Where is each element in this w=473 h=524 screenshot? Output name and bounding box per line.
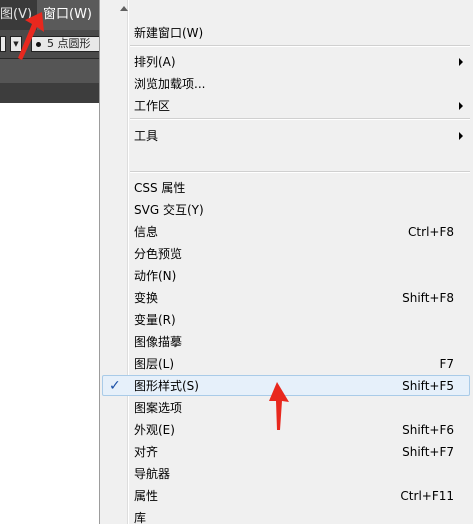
menu-item[interactable]: 属性 Ctrl+F11: [100, 485, 473, 507]
menu-item-label: 浏览加载项...: [134, 77, 206, 91]
menu-item-label: 新建窗口(W): [134, 26, 204, 40]
menu-item[interactable]: 变换 Shift+F8: [100, 287, 473, 309]
artboard-canvas[interactable]: [0, 103, 100, 524]
stroke-weight-field[interactable]: [0, 36, 6, 52]
menu-item-label: 排列(A): [134, 55, 176, 69]
annotation-arrow-icon: [269, 382, 289, 430]
menu-item[interactable]: 信息 Ctrl+F8: [100, 221, 473, 243]
menu-item-label: SVG 交互(Y): [134, 203, 204, 217]
menu-item-shortcut: Shift+F5: [402, 379, 454, 393]
checkmark-icon: ✓: [109, 378, 121, 394]
app-window: 图(V) 窗口(W) ▼ 5 点圆形 新建窗口(W) 排列(A) 浏览加载项... 工…: [0, 0, 473, 524]
menu-separator: [130, 118, 470, 120]
menu-item-label: 变换: [134, 291, 159, 305]
menu-item-label: 图层(L): [134, 357, 175, 371]
window-menu-dropdown: 新建窗口(W) 排列(A) 浏览加载项... 工作区工具 CSS 属性 SVG 交互(Y)…: [99, 0, 473, 524]
menu-item[interactable]: 浏览加载项...: [100, 73, 473, 95]
menu-item-label: 对齐: [134, 445, 159, 459]
menu-item-label: 工具: [134, 129, 159, 143]
menu-item-label: CSS 属性: [134, 181, 186, 195]
menu-item-label: 图案选项: [134, 401, 183, 415]
menu-item[interactable]: 排列(A): [100, 51, 473, 73]
tab-bar: [0, 59, 100, 83]
menu-separator: [130, 171, 470, 173]
menu-item-label: 图形样式(S): [134, 379, 199, 393]
menu-item-label: 图像描摹: [134, 335, 183, 349]
annotation-arrow-icon: [18, 12, 44, 60]
brush-label: 5 点圆形: [47, 37, 91, 50]
menu-item[interactable]: 工作区: [100, 95, 473, 117]
menu-item-shortcut: Ctrl+F11: [400, 489, 454, 503]
menu-item[interactable]: CSS 属性: [100, 177, 473, 199]
scroll-up-icon[interactable]: [120, 6, 128, 11]
menu-item-shortcut: Shift+F6: [402, 423, 454, 437]
menu-separator: [130, 45, 470, 47]
menu-item-shortcut: Shift+F7: [402, 445, 454, 459]
menu-item[interactable]: 变量(R): [100, 309, 473, 331]
document-tab-strip: [0, 83, 100, 103]
menu-item-shortcut: Shift+F8: [402, 291, 454, 305]
menu-item-label: 库: [134, 511, 147, 524]
menu-item-label: 外观(E): [134, 423, 175, 437]
menu-item[interactable]: 库: [100, 507, 473, 524]
menu-item-label: 属性: [134, 489, 159, 503]
submenu-arrow-icon: [459, 102, 463, 110]
menu-item[interactable]: SVG 交互(Y): [100, 199, 473, 221]
menu-window[interactable]: 窗口(W): [37, 0, 100, 30]
menu-item-label: 导航器: [134, 467, 171, 481]
menu-item[interactable]: 工具: [100, 125, 473, 147]
menu-item-shortcut: F7: [439, 357, 454, 371]
submenu-arrow-icon: [459, 58, 463, 66]
menu-item-label: 动作(N): [134, 269, 177, 283]
submenu-arrow-icon: [459, 132, 463, 140]
menu-item-label: 变量(R): [134, 313, 176, 327]
menu-item-shortcut: Ctrl+F8: [408, 225, 454, 239]
menu-item-label: 分色预览: [134, 247, 183, 261]
menu-item[interactable]: 图层(L) F7: [100, 353, 473, 375]
menu-item[interactable]: 分色预览: [100, 243, 473, 265]
menu-item[interactable]: 动作(N): [100, 265, 473, 287]
menu-item[interactable]: 导航器: [100, 463, 473, 485]
menu-item[interactable]: 对齐 Shift+F7: [100, 441, 473, 463]
menu-item-label: 信息: [134, 225, 159, 239]
menu-item-label: 工作区: [134, 99, 171, 113]
menu-item[interactable]: 图像描摹: [100, 331, 473, 353]
menu-item[interactable]: 新建窗口(W): [100, 22, 473, 44]
